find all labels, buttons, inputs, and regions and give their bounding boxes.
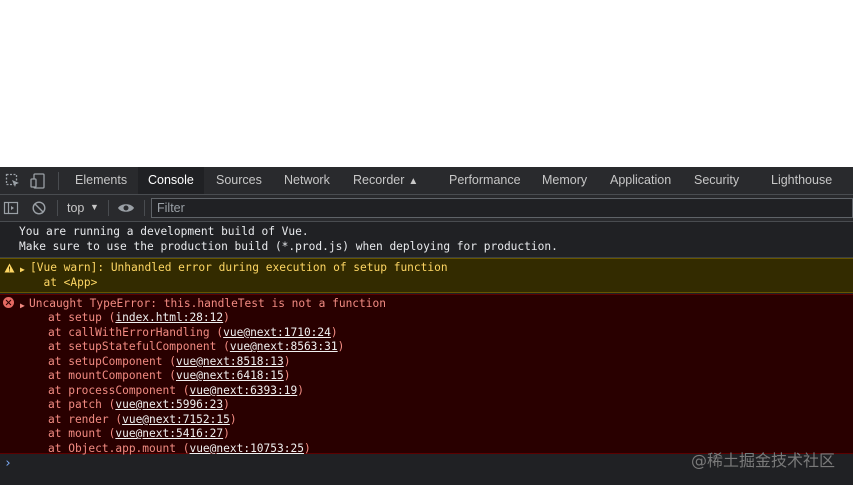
devtools-panel: Elements Console Sources Network Recorde… bbox=[0, 167, 853, 485]
stack-frame-close: ) bbox=[223, 398, 230, 411]
show-sidebar-icon[interactable] bbox=[3, 200, 19, 216]
console-message-error[interactable]: ▶ Uncaught TypeError: this.handleTest is… bbox=[0, 294, 853, 456]
stack-frame-function: at patch ( bbox=[48, 398, 116, 411]
stack-frame: at mountComponent (vue@next:6418:15) bbox=[48, 369, 344, 384]
toolbar-divider bbox=[144, 200, 145, 216]
tab-network[interactable]: Network bbox=[275, 167, 339, 194]
toolbar-divider bbox=[108, 200, 109, 216]
tab-console[interactable]: Console bbox=[138, 167, 204, 194]
error-title: Uncaught TypeError: this.handleTest is n… bbox=[29, 297, 386, 310]
stack-frame-link[interactable]: vue@next:1710:24 bbox=[223, 326, 331, 339]
stack-frame-link[interactable]: vue@next:5416:27 bbox=[115, 427, 223, 440]
tab-elements[interactable]: Elements bbox=[66, 167, 136, 194]
stack-frame-link[interactable]: vue@next:7152:15 bbox=[122, 413, 230, 426]
error-stack-trace: at setup (index.html:28:12) at callWithE… bbox=[48, 311, 344, 456]
watermark: @稀土掘金技术社区 bbox=[690, 451, 835, 470]
stack-frame-close: ) bbox=[330, 325, 338, 339]
tab-application[interactable]: Application bbox=[601, 167, 680, 194]
stack-frame: at setupComponent (vue@next:8518:13) bbox=[48, 355, 344, 370]
experiment-flask-icon: ▲ bbox=[408, 176, 419, 187]
page-viewport bbox=[0, 0, 853, 167]
stack-frame-function: at Object.app.mount ( bbox=[48, 441, 190, 455]
chevron-down-icon[interactable]: ▼ bbox=[90, 202, 99, 212]
info-line-1: You are running a development build of V… bbox=[19, 225, 309, 238]
stack-frame-function: at setup ( bbox=[48, 311, 116, 324]
stack-frame-close: ) bbox=[283, 354, 291, 368]
stack-frame: at patch (vue@next:5996:23) bbox=[48, 398, 344, 413]
tab-recorder[interactable]: Recorder ▲ bbox=[344, 167, 427, 194]
stack-frame: at setup (index.html:28:12) bbox=[48, 311, 344, 326]
console-message-info: You are running a development build of V… bbox=[0, 223, 853, 258]
tab-recorder-label: Recorder bbox=[353, 173, 405, 187]
warning-line-2: at <App> bbox=[30, 275, 98, 289]
tab-lighthouse[interactable]: Lighthouse bbox=[762, 167, 841, 194]
device-toolbar-icon[interactable] bbox=[30, 173, 46, 189]
stack-frame-close: ) bbox=[229, 412, 237, 426]
live-expression-eye-icon[interactable] bbox=[117, 200, 135, 216]
expand-triangle-icon[interactable]: ▶ bbox=[20, 263, 25, 278]
stack-frame-function: at mountComponent ( bbox=[48, 369, 176, 382]
stack-frame: at mount (vue@next:5416:27) bbox=[48, 427, 344, 442]
tab-performance[interactable]: Performance bbox=[440, 167, 530, 194]
devtools-tab-bar: Elements Console Sources Network Recorde… bbox=[0, 167, 853, 195]
stack-frame-link[interactable]: vue@next:6418:15 bbox=[176, 369, 284, 382]
stack-frame-function: at callWithErrorHandling ( bbox=[48, 325, 224, 339]
stack-frame-close: ) bbox=[337, 340, 345, 353]
stack-frame-link[interactable]: vue@next:6393:19 bbox=[189, 384, 297, 397]
warning-icon bbox=[4, 263, 15, 273]
context-selector[interactable]: top bbox=[67, 195, 84, 221]
stack-frame-link[interactable]: vue@next:10753:25 bbox=[189, 442, 304, 455]
console-message-warning[interactable]: ▶ [Vue warn]: Unhandled error during exe… bbox=[0, 258, 853, 293]
stack-frame-function: at setupStatefulComponent ( bbox=[48, 340, 230, 353]
stack-frame-function: at mount ( bbox=[48, 427, 116, 440]
warning-line-1: [Vue warn]: Unhandled error during execu… bbox=[30, 261, 448, 274]
inspect-element-icon[interactable] bbox=[5, 173, 21, 189]
stack-frame-close: ) bbox=[223, 311, 230, 324]
stack-frame-link[interactable]: vue@next:5996:23 bbox=[115, 398, 223, 411]
toolbar-divider bbox=[58, 172, 59, 190]
stack-frame-close: ) bbox=[223, 427, 230, 440]
console-prompt[interactable]: › bbox=[4, 456, 12, 471]
stack-frame-close: ) bbox=[283, 369, 291, 382]
stack-frame: at Object.app.mount (vue@next:10753:25) bbox=[48, 442, 344, 457]
expand-triangle-icon[interactable]: ▶ bbox=[20, 299, 25, 314]
filter-input[interactable]: Filter bbox=[151, 198, 853, 218]
console-toolbar: top ▼ Filter bbox=[0, 195, 853, 222]
stack-frame-function: at setupComponent ( bbox=[48, 354, 176, 368]
tab-security[interactable]: Security bbox=[685, 167, 748, 194]
tab-memory[interactable]: Memory bbox=[533, 167, 596, 194]
error-icon bbox=[3, 297, 14, 308]
tab-sources[interactable]: Sources bbox=[207, 167, 271, 194]
stack-frame-link[interactable]: vue@next:8563:31 bbox=[230, 340, 338, 353]
stack-frame: at setupStatefulComponent (vue@next:8563… bbox=[48, 340, 344, 355]
stack-frame-link[interactable]: index.html:28:12 bbox=[115, 311, 223, 324]
info-line-2: Make sure to use the production build (*… bbox=[19, 239, 558, 253]
stack-frame: at callWithErrorHandling (vue@next:1710:… bbox=[48, 326, 344, 341]
toolbar-divider bbox=[57, 200, 58, 216]
stack-frame: at render (vue@next:7152:15) bbox=[48, 413, 344, 428]
clear-console-icon[interactable] bbox=[31, 200, 47, 216]
stack-frame-function: at render ( bbox=[48, 412, 123, 426]
stack-frame-link[interactable]: vue@next:8518:13 bbox=[176, 355, 284, 368]
stack-frame: at processComponent (vue@next:6393:19) bbox=[48, 384, 344, 399]
stack-frame-close: ) bbox=[297, 383, 304, 397]
stack-frame-close: ) bbox=[303, 441, 311, 455]
stack-frame-function: at processComponent ( bbox=[48, 383, 190, 397]
